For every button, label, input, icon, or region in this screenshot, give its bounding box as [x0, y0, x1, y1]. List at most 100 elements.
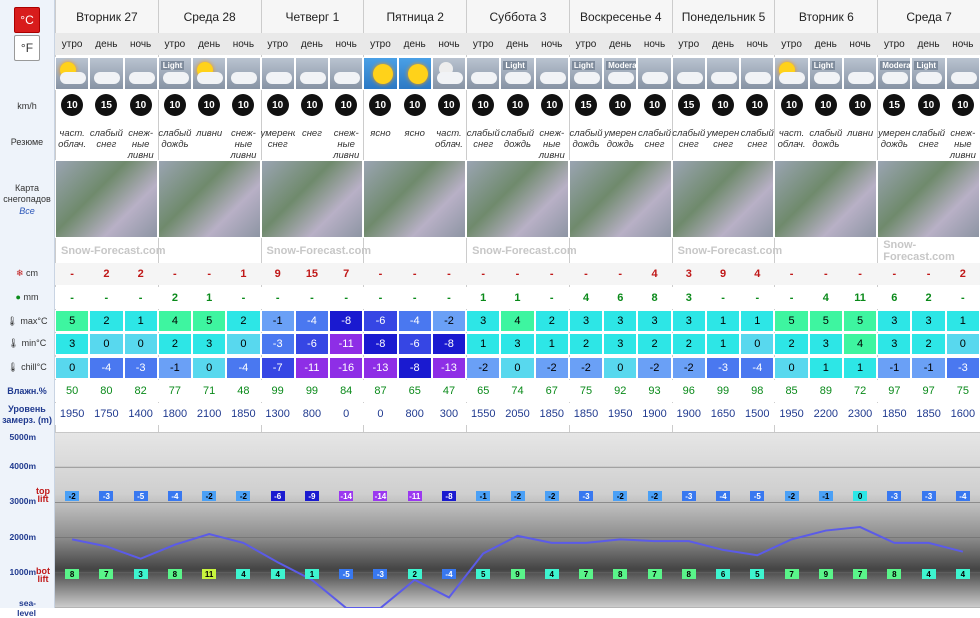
weather-icon: Light — [808, 57, 843, 90]
humidity-value: 74 — [500, 380, 535, 402]
snowfall-map-thumbnail[interactable] — [568, 160, 672, 238]
wind-arrow-icon: 10 — [129, 94, 152, 116]
intensity-tag: Light — [160, 61, 185, 70]
cloud-icon — [813, 72, 840, 84]
day-header[interactable]: Четверг 1 — [260, 0, 364, 33]
day-header[interactable]: Вторник 27 — [55, 0, 158, 33]
rain-value: 6 — [877, 287, 912, 309]
snowfall-map-thumbnail[interactable] — [877, 160, 980, 238]
min-value: -6 — [294, 333, 330, 355]
day-header[interactable]: Воскресенье 4 — [568, 0, 672, 33]
snowfall-map-thumbnail[interactable] — [671, 160, 775, 238]
min-value: 2 — [911, 333, 946, 355]
cloud-icon — [436, 72, 463, 84]
summary-text: умеренсильны снег — [260, 128, 295, 150]
cloud-icon — [162, 72, 189, 84]
weather-icon — [192, 57, 227, 90]
rain-value: 6 — [603, 287, 638, 309]
fahrenheit-button[interactable]: °F — [14, 35, 40, 61]
snow-value: - — [568, 263, 604, 285]
freezing-level-chart: -2 8 -3 7 -5 3 -4 8 -2 11 -2 4 -6 4 -9 1 -14 -5 -14 -3 -11 2-… — [55, 432, 980, 608]
cloud-icon — [745, 72, 772, 84]
summary-text: слабый снег — [638, 128, 672, 150]
snow-value: 1 — [226, 263, 261, 285]
summary-text: част. облач. — [58, 128, 87, 150]
snowfall-map-thumbnail[interactable] — [55, 160, 158, 238]
freezing-value: 1850 — [568, 403, 604, 425]
summary-text: умерен дождь — [878, 128, 911, 150]
min-value: 3 — [603, 333, 638, 355]
altitude-label: sea-level — [17, 598, 36, 618]
snowfall-map-thumbnail[interactable] — [466, 160, 569, 238]
cloud-icon — [916, 72, 943, 84]
bot-lift-temp: 8 — [65, 569, 80, 579]
bot-lift-temp: 4 — [544, 569, 559, 579]
chill-value: 0 — [774, 357, 809, 379]
weather-icon — [260, 57, 295, 90]
day-header[interactable]: Суббота 3 — [466, 0, 569, 33]
top-lift-temp: -14 — [373, 491, 388, 501]
cloud-icon — [779, 72, 806, 84]
weather-icon — [705, 57, 741, 90]
humidity-value: 92 — [603, 380, 638, 402]
top-lift-temp: 0 — [853, 491, 868, 501]
day-header[interactable]: Среда 28 — [157, 0, 261, 33]
freezing-value: 1850 — [534, 403, 569, 425]
day-header[interactable]: Понедельник 5 — [671, 0, 775, 33]
wind-arrow-icon: 10 — [472, 94, 495, 116]
snow-value: 2 — [89, 263, 124, 285]
max-value: -4 — [397, 310, 432, 332]
chill-value: 1 — [842, 357, 878, 379]
time-of-day: день — [500, 33, 535, 55]
chill-value: 0 — [192, 357, 227, 379]
snow-value: - — [774, 263, 809, 285]
rain-value: 4 — [808, 287, 843, 309]
freezing-level-line — [71, 526, 964, 608]
snow-value: - — [808, 263, 843, 285]
rain-value: - — [705, 287, 741, 309]
bot-lift-temp: 8 — [681, 569, 696, 579]
day-header[interactable]: Вторник 6 — [774, 0, 878, 33]
snowfall-map-thumbnail[interactable] — [774, 160, 878, 238]
snowfall-map-thumbnail[interactable] — [157, 160, 261, 238]
time-of-day: ночь — [329, 33, 364, 55]
wind-arrow-icon: 15 — [883, 94, 906, 116]
time-of-day: утро — [877, 33, 912, 55]
snowfall-map-thumbnail[interactable] — [363, 160, 467, 238]
max-value: 3 — [671, 310, 706, 332]
max-value: 3 — [911, 310, 946, 332]
max-value: 4 — [500, 310, 535, 332]
snowfall-map-thumbnail[interactable] — [260, 160, 364, 238]
summary-text: слабый дождь — [500, 128, 534, 150]
freezing-value: 1650 — [705, 403, 741, 425]
chill-value: -4 — [740, 357, 775, 379]
summary-text: снеж-ные ливни — [127, 128, 154, 158]
wind-arrow-icon: 10 — [232, 94, 255, 116]
humidity-value: 96 — [671, 380, 706, 402]
freezing-value: 1300 — [260, 403, 295, 425]
min-value: 1 — [534, 333, 569, 355]
rain-value: 11 — [842, 287, 878, 309]
weather-icon — [55, 57, 90, 90]
max-value: 1 — [740, 310, 775, 332]
snowmap-all-link[interactable]: Все — [0, 206, 54, 217]
snowmap-label: Карта снегопадов — [3, 183, 51, 204]
bot-lift-temp: 4 — [236, 569, 251, 579]
wind-arrow-icon: 10 — [643, 94, 666, 116]
summary-text: слабый дождь — [158, 128, 192, 150]
cloud-icon — [197, 72, 224, 84]
day-header[interactable]: Пятница 2 — [363, 0, 467, 33]
top-lift-label: top lift — [36, 486, 50, 504]
humidity-value: 75 — [945, 380, 980, 402]
weather-icon: Moderate — [603, 57, 638, 90]
snow-value: - — [466, 263, 501, 285]
chill-value: 0 — [603, 357, 638, 379]
humidity-value: 84 — [329, 380, 364, 402]
top-lift-temp: -2 — [510, 491, 525, 501]
freezing-value: 2300 — [842, 403, 878, 425]
day-header[interactable]: Среда 7 — [877, 0, 980, 33]
chill-value: -1 — [911, 357, 946, 379]
celsius-button[interactable]: °C — [14, 7, 40, 33]
min-value: 0 — [123, 333, 158, 355]
time-of-day: утро — [55, 33, 90, 55]
